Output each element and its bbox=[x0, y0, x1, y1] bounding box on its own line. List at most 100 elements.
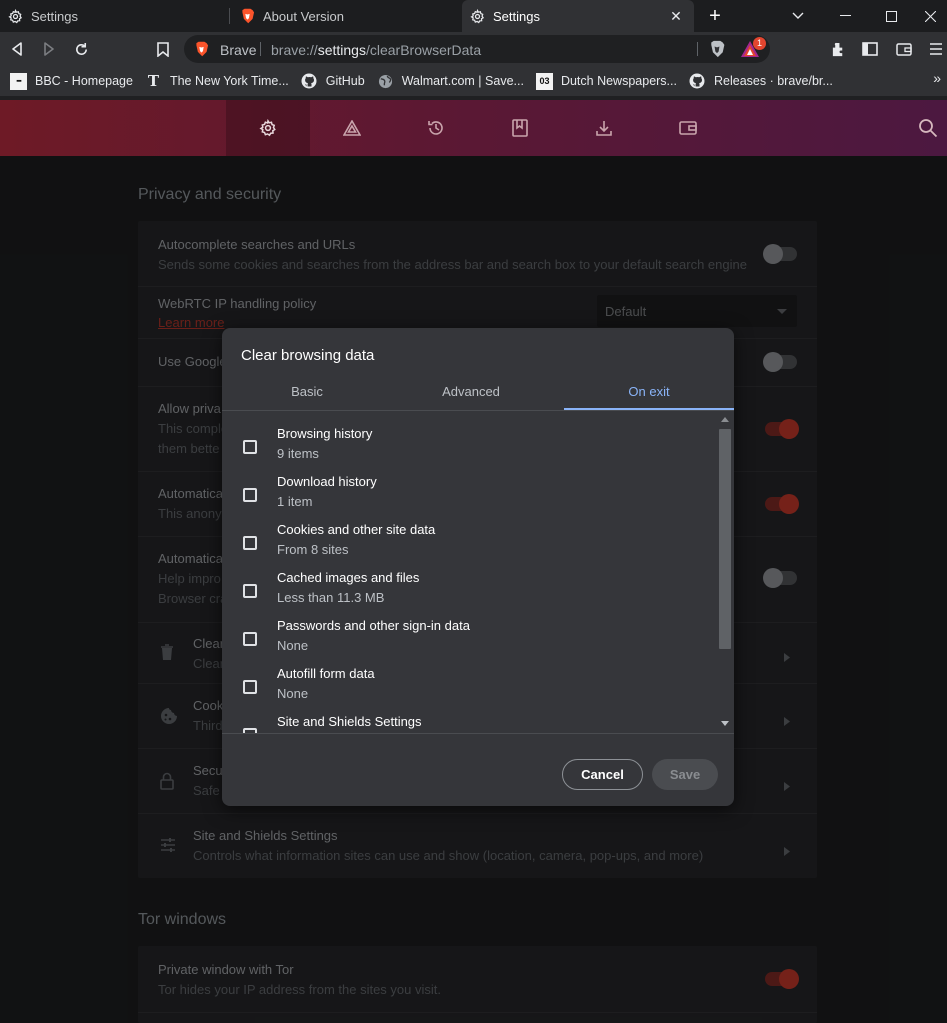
tab-title: Settings bbox=[31, 8, 78, 24]
checkbox[interactable] bbox=[243, 488, 257, 502]
tab-search-chevron-icon[interactable] bbox=[775, 0, 821, 32]
back-button[interactable] bbox=[5, 37, 29, 61]
bookmark-label: BBC - Homepage bbox=[35, 74, 133, 88]
omnibox-divider bbox=[260, 42, 261, 56]
tab-separator bbox=[229, 8, 230, 24]
scroll-down-arrow-icon[interactable] bbox=[721, 721, 729, 726]
settings-nav-shields-icon[interactable] bbox=[310, 100, 394, 156]
option-browsing-history[interactable]: Browsing history 9 items bbox=[222, 416, 718, 464]
option-download-history[interactable]: Download history 1 item bbox=[222, 464, 718, 512]
github-icon bbox=[301, 73, 318, 90]
maximize-button[interactable] bbox=[868, 0, 914, 32]
checkbox[interactable] bbox=[243, 680, 257, 694]
bookmark-label: Releases · brave/br... bbox=[713, 74, 833, 88]
bookmark-label: The New York Time... bbox=[169, 74, 289, 88]
main-menu-icon[interactable] bbox=[926, 37, 946, 61]
active-tab-indicator bbox=[564, 408, 734, 410]
scrollbar-thumb[interactable] bbox=[719, 429, 731, 649]
bookmark-releases[interactable]: Releases · brave/br... bbox=[687, 69, 835, 93]
tab-title: About Version bbox=[263, 8, 344, 24]
settings-nav-gear-icon[interactable] bbox=[226, 100, 310, 156]
brave-lion-icon bbox=[194, 41, 210, 57]
option-title: Site and Shields Settings bbox=[277, 714, 422, 729]
checkbox[interactable] bbox=[243, 632, 257, 646]
bookmark-github[interactable]: GitHub bbox=[299, 69, 367, 93]
url-scheme: brave:// bbox=[271, 42, 318, 58]
clear-browsing-data-dialog: Clear browsing data Basic Advanced On ex… bbox=[222, 328, 734, 806]
omnibox-brave-label: Brave bbox=[220, 42, 257, 58]
gear-icon bbox=[7, 8, 23, 24]
option-subtitle: From 8 sites bbox=[277, 542, 349, 557]
option-title: Cookies and other site data bbox=[277, 522, 436, 537]
option-title: Autofill form data bbox=[277, 666, 375, 681]
bookmark-nyt[interactable]: T The New York Time... bbox=[143, 69, 291, 93]
new-tab-button[interactable]: + bbox=[704, 5, 726, 27]
settings-nav-wallet-icon[interactable] bbox=[646, 100, 730, 156]
option-autofill[interactable]: Autofill form data None bbox=[222, 656, 718, 704]
option-subtitle: None bbox=[277, 638, 309, 653]
checkbox[interactable] bbox=[243, 584, 257, 598]
bookmark-label: GitHub bbox=[325, 74, 365, 88]
settings-search-icon[interactable] bbox=[918, 118, 940, 140]
bookmark-label: Walmart.com | Save... bbox=[401, 74, 524, 88]
bookmark-label: Dutch Newspapers... bbox=[560, 74, 677, 88]
option-site-shields-settings[interactable]: Site and Shields Settings bbox=[222, 704, 718, 733]
minimize-button[interactable] bbox=[822, 0, 868, 32]
option-title: Cached images and files bbox=[277, 570, 420, 585]
option-cookies[interactable]: Cookies and other site data From 8 sites bbox=[222, 512, 718, 560]
url-host: settings bbox=[317, 42, 366, 58]
bookmark-walmart[interactable]: Walmart.com | Save... bbox=[375, 69, 526, 93]
rewards-notification-badge: 1 bbox=[753, 37, 766, 50]
address-bar[interactable]: Brave brave://settings/clearBrowserData … bbox=[184, 35, 770, 63]
bookmark-dutch-newspapers[interactable]: 03 Dutch Newspapers... bbox=[534, 69, 679, 93]
close-tab-icon[interactable]: ✕ bbox=[668, 8, 684, 24]
toolbar: Brave brave://settings/clearBrowserData … bbox=[0, 32, 947, 66]
dialog-title: Clear browsing data bbox=[241, 347, 375, 364]
omnibox-divider bbox=[697, 42, 698, 56]
omnibox-url[interactable]: brave://settings/clearBrowserData bbox=[271, 42, 481, 58]
url-path: /clearBrowserData bbox=[365, 42, 482, 58]
cancel-button[interactable]: Cancel bbox=[562, 759, 643, 790]
brave-shields-icon[interactable] bbox=[708, 40, 726, 58]
settings-nav-history-icon[interactable] bbox=[394, 100, 478, 156]
tab-about-version[interactable]: About Version bbox=[231, 0, 461, 32]
sidebar-toggle-icon[interactable] bbox=[858, 37, 882, 61]
bbc-icon: ▪▪▪ bbox=[10, 72, 27, 90]
option-title: Browsing history bbox=[277, 426, 373, 441]
tab-on-exit[interactable]: On exit bbox=[564, 384, 734, 399]
bookmark-icon[interactable] bbox=[151, 37, 175, 61]
option-subtitle: 1 item bbox=[277, 494, 313, 509]
clear-data-options-list: Browsing history 9 items Download histor… bbox=[222, 411, 718, 733]
gear-icon bbox=[469, 8, 485, 24]
tab-title: Settings bbox=[493, 8, 540, 24]
tab-basic[interactable]: Basic bbox=[222, 384, 392, 399]
tab-advanced[interactable]: Advanced bbox=[386, 384, 556, 399]
list-divider bbox=[222, 733, 734, 734]
checkbox[interactable] bbox=[243, 536, 257, 550]
save-button[interactable]: Save bbox=[652, 759, 718, 790]
option-passwords[interactable]: Passwords and other sign-in data None bbox=[222, 608, 718, 656]
dutch-newspapers-icon: 03 bbox=[535, 72, 553, 90]
extensions-puzzle-icon[interactable] bbox=[826, 37, 850, 61]
nyt-icon: T bbox=[147, 72, 160, 90]
github-icon bbox=[689, 73, 706, 90]
forward-button[interactable] bbox=[37, 37, 61, 61]
option-subtitle: Less than 11.3 MB bbox=[277, 590, 385, 605]
bookmarks-overflow-button[interactable]: » bbox=[933, 70, 941, 86]
close-window-button[interactable] bbox=[914, 0, 947, 32]
option-subtitle: None bbox=[277, 686, 309, 701]
option-subtitle: 9 items bbox=[277, 446, 319, 461]
option-cached-images[interactable]: Cached images and files Less than 11.3 M… bbox=[222, 560, 718, 608]
globe-icon bbox=[377, 73, 394, 90]
tab-settings-1[interactable]: Settings bbox=[0, 0, 228, 32]
bookmark-bbc[interactable]: ▪▪▪ BBC - Homepage bbox=[8, 69, 135, 93]
scroll-up-arrow-icon[interactable] bbox=[721, 417, 729, 422]
brave-lion-icon bbox=[239, 8, 255, 24]
settings-nav-bookmarks-icon[interactable] bbox=[478, 100, 562, 156]
tab-strip: Settings About Version Settings ✕ + bbox=[0, 0, 947, 32]
checkbox[interactable] bbox=[243, 440, 257, 454]
settings-nav-downloads-icon[interactable] bbox=[562, 100, 646, 156]
reload-button[interactable] bbox=[69, 37, 93, 61]
wallet-icon[interactable] bbox=[892, 37, 916, 61]
tab-settings-active[interactable]: Settings ✕ bbox=[462, 0, 694, 32]
